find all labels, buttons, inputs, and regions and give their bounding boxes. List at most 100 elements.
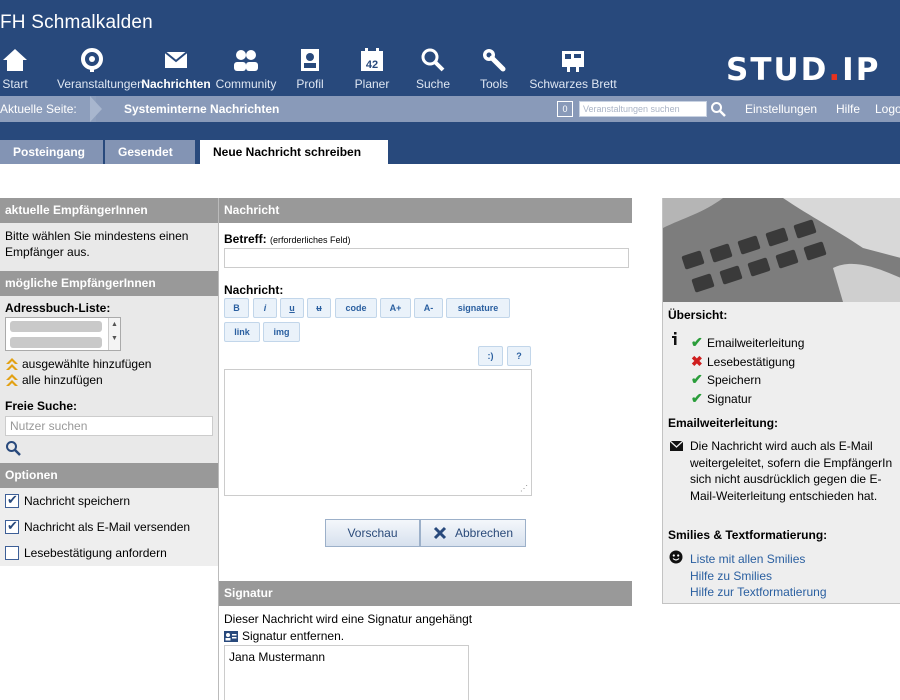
breadcrumb-arrow xyxy=(90,96,102,122)
italic-button[interactable]: i xyxy=(253,298,277,318)
option-label: Nachricht speichern xyxy=(24,494,131,508)
overview-title: Übersicht: xyxy=(668,308,728,322)
recipients-column: aktuelle EmpfängerInnen Bitte wählen Sie… xyxy=(0,198,218,700)
addressbook-list[interactable]: ▲ ▼ xyxy=(5,317,121,351)
text-format-help-link[interactable]: Hilfe zur Textformatierung xyxy=(690,585,827,599)
board-icon xyxy=(562,51,584,72)
add-selected-label: ausgewählte hinzufügen xyxy=(22,357,152,371)
close-icon xyxy=(433,526,447,540)
message-column: Nachricht Betreff: (erforderliches Feld)… xyxy=(219,198,632,700)
font-bigger-button[interactable]: A+ xyxy=(380,298,411,318)
calendar-icon: 42 xyxy=(361,48,383,71)
nav-nachrichten[interactable]: Nachrichten xyxy=(141,47,211,91)
message-header: Nachricht xyxy=(219,198,632,223)
tab-compose[interactable]: Neue Nachricht schreiben xyxy=(200,140,389,164)
link-button[interactable]: link xyxy=(224,322,260,342)
nav-start[interactable]: Start xyxy=(0,47,50,91)
overview-label: Signatur xyxy=(707,391,752,406)
tab-inbox[interactable]: Posteingang xyxy=(0,140,104,164)
breadcrumb-current: Systeminterne Nachrichten xyxy=(124,102,280,116)
remove-signature-label: Signatur entfernen. xyxy=(242,629,345,643)
strikethrough-button[interactable]: u xyxy=(307,298,331,318)
profile-icon xyxy=(301,49,319,71)
nav-start-label: Start xyxy=(2,77,28,91)
code-button[interactable]: code xyxy=(335,298,377,318)
option-read-receipt[interactable]: Lesebestätigung anfordern xyxy=(0,540,218,566)
double-chevron-up-icon xyxy=(6,358,18,370)
save-message-checkbox[interactable] xyxy=(5,492,19,508)
options-header: Optionen xyxy=(0,463,218,488)
option-save-message[interactable]: Nachricht speichern xyxy=(0,488,218,514)
nav-suche[interactable]: Suche xyxy=(398,47,468,91)
tab-sent[interactable]: Gesendet xyxy=(105,140,196,164)
community-icon xyxy=(234,50,258,71)
nav-community[interactable]: Community xyxy=(211,47,281,91)
info-sidebar: Übersicht: ✔ Emailweiterleitung ✖ Lesebest… xyxy=(662,198,900,604)
nav-planer-label: Planer xyxy=(354,77,390,91)
signature-textarea[interactable]: Jana Mustermann xyxy=(224,645,469,700)
nav-veranstaltungen-label: Veranstaltungen xyxy=(57,77,144,91)
nav-profil[interactable]: Profil xyxy=(275,47,345,91)
user-search-input[interactable] xyxy=(5,416,213,436)
help-link[interactable]: Hilfe xyxy=(836,96,860,122)
read-receipt-checkbox[interactable] xyxy=(5,546,19,560)
font-smaller-button[interactable]: A- xyxy=(414,298,443,318)
underline-button[interactable]: u xyxy=(280,298,304,318)
addressbook-scrollbar[interactable]: ▲ ▼ xyxy=(108,318,120,350)
keyboard-photo xyxy=(663,198,900,302)
settings-link[interactable]: Einstellungen xyxy=(745,96,817,122)
image-button[interactable]: img xyxy=(263,322,300,342)
cancel-button[interactable]: Abbrechen xyxy=(420,519,526,547)
breadcrumb-bar: Aktuelle Seite: Systeminterne Nachrichte… xyxy=(0,96,900,122)
addressbook-entry[interactable] xyxy=(10,321,102,332)
add-selected-button[interactable]: ausgewählte hinzufügen xyxy=(5,357,213,371)
smilies-help-link[interactable]: Hilfe zu Smilies xyxy=(690,569,772,583)
resize-grip-icon[interactable]: ⋰ xyxy=(520,484,528,493)
smiley-button[interactable]: :) xyxy=(478,346,503,366)
nav-suche-label: Suche xyxy=(415,77,451,91)
possible-recipients-body: Adressbuch-Liste: ▲ ▼ ausgewählte hinzufü… xyxy=(0,296,218,463)
course-search-input[interactable] xyxy=(579,101,707,117)
email-forward-text: Die Nachricht wird auch als E-Mail weite… xyxy=(690,439,893,503)
keyboard-photo-graphic xyxy=(663,198,900,302)
overview-label: Speichern xyxy=(707,372,762,387)
nav-tools-label: Tools xyxy=(479,77,508,91)
home-icon xyxy=(3,49,27,71)
possible-recipients-header: mögliche EmpfängerInnen xyxy=(0,271,218,296)
overview-email-forward: ✔ Emailweiterleitung xyxy=(691,334,804,351)
required-note: (erforderliches Feld) xyxy=(270,235,351,245)
free-search-label: Freie Suche: xyxy=(5,399,78,413)
message-textarea[interactable]: ⋰ xyxy=(224,369,532,496)
check-icon: ✔ xyxy=(691,390,703,406)
search-icon[interactable] xyxy=(710,101,726,117)
notification-count[interactable]: 0 xyxy=(557,101,573,117)
cancel-label: Abbrechen xyxy=(454,526,514,540)
overview-label: Lesebestätigung xyxy=(707,354,796,369)
remove-signature-link[interactable]: Signatur entfernen. xyxy=(224,629,344,643)
logout-link[interactable]: Logout xyxy=(875,96,900,122)
subject-input[interactable] xyxy=(224,248,629,268)
format-help-button[interactable]: ? xyxy=(507,346,531,366)
breadcrumb-label: Aktuelle Seite: xyxy=(0,96,96,122)
option-send-email[interactable]: Nachricht als E-Mail versenden xyxy=(0,514,218,540)
search-icon[interactable] xyxy=(5,440,21,456)
nav-tools[interactable]: Tools xyxy=(459,47,529,91)
send-email-checkbox[interactable] xyxy=(5,518,19,534)
signature-button[interactable]: signature xyxy=(446,298,510,318)
check-icon: ✔ xyxy=(691,334,703,350)
nav-planer[interactable]: 42 Planer xyxy=(337,47,407,91)
addressbook-entry[interactable] xyxy=(10,337,102,348)
option-label: Nachricht als E-Mail versenden xyxy=(24,520,191,534)
bold-button[interactable]: B xyxy=(224,298,249,318)
add-all-button[interactable]: alle hinzufügen xyxy=(5,373,213,387)
nav-profil-label: Profil xyxy=(296,77,324,91)
subject-row: Betreff: (erforderliches Feld) xyxy=(224,232,632,268)
smilies-list-link[interactable]: Liste mit allen Smilies xyxy=(690,552,805,566)
nav-veranstaltungen[interactable]: Veranstaltungen xyxy=(57,47,144,91)
envelope-icon xyxy=(164,51,188,68)
nav-schwarzes-brett[interactable]: Schwarzes Brett xyxy=(528,47,618,91)
nav-nachrichten-label: Nachrichten xyxy=(141,77,211,91)
option-label: Lesebestätigung anfordern xyxy=(24,546,167,560)
tab-bar: Posteingang Gesendet Neue Nachricht schr… xyxy=(0,122,900,164)
preview-button[interactable]: Vorschau xyxy=(325,519,420,547)
